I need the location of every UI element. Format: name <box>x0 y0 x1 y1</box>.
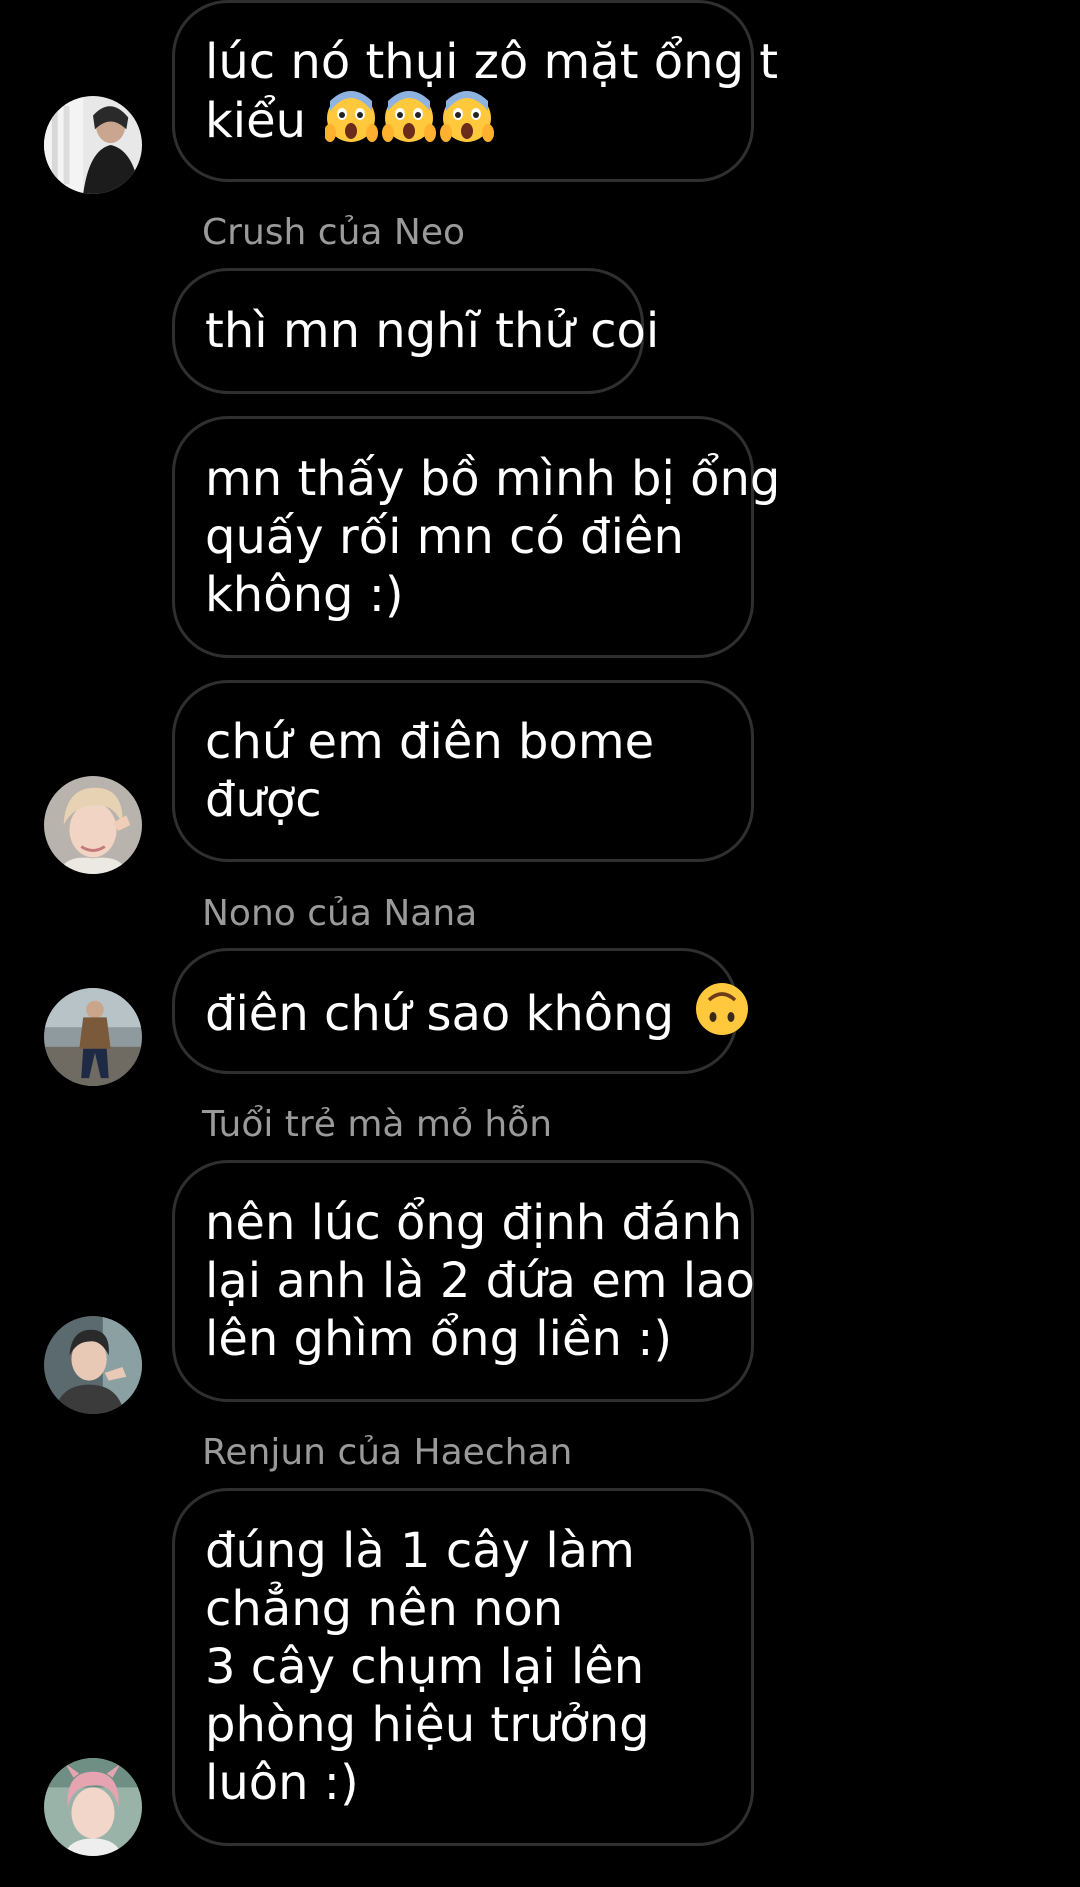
avatar[interactable] <box>44 776 142 874</box>
message-text: lúc nó thụi zô mặt ổng t <box>205 33 779 90</box>
sender-name: Crush của Neo <box>202 212 465 253</box>
message-text: chẳng nên non <box>205 1581 564 1637</box>
avatar[interactable] <box>44 988 142 1086</box>
message-text: không :) <box>205 567 404 623</box>
face-screaming-in-fear-icon <box>325 90 495 145</box>
message-text: quấy rối mn có điên <box>205 509 684 565</box>
sender-name: Tuổi trẻ mà mỏ hỗn <box>202 1104 553 1145</box>
upside-down-face-icon <box>693 980 751 1038</box>
message-text: lại anh là 2 đứa em lao <box>205 1253 755 1309</box>
sender-name: Renjun của Haechan <box>202 1432 573 1473</box>
message-bubble[interactable]: điên chứ sao không <box>172 948 749 1074</box>
message-text: đúng là 1 cây làm <box>205 1523 635 1579</box>
message-text-line: điên chứ sao không <box>205 980 749 1043</box>
message-bubble[interactable]: thì mn nghĩ thử coi <box>172 268 660 394</box>
message-text: thì mn nghĩ thử coi <box>205 303 660 359</box>
avatar[interactable] <box>44 1758 142 1856</box>
message-text: lên ghìm ổng liền :) <box>205 1311 673 1367</box>
message-text: nên lúc ổng định đánh <box>205 1195 743 1251</box>
avatar[interactable] <box>44 1316 142 1414</box>
message-bubble[interactable]: mn thấy bồ mình bị ổng quấy rối mn có đi… <box>172 416 781 658</box>
message-text: được <box>205 772 322 828</box>
message-text-line: kiểu <box>205 90 721 150</box>
message-bubble[interactable]: lúc nó thụi zô mặt ổng t kiểu <box>172 0 779 182</box>
message-text: 3 cây chụm lại lên <box>205 1639 645 1695</box>
message-text: kiểu <box>205 92 307 149</box>
message-text: phòng hiệu trưởng <box>205 1697 650 1753</box>
message-text: mn thấy bồ mình bị ổng <box>205 451 781 507</box>
message-bubble[interactable]: đúng là 1 cây làm chẳng nên non 3 cây ch… <box>172 1488 754 1846</box>
message-bubble[interactable]: chứ em điên bome được <box>172 680 754 862</box>
message-text: chứ em điên bome <box>205 714 655 770</box>
message-bubble[interactable]: nên lúc ổng định đánh lại anh là 2 đứa e… <box>172 1160 755 1402</box>
message-text: điên chứ sao không <box>205 985 675 1042</box>
sender-name: Nono của Nana <box>202 893 478 934</box>
avatar[interactable] <box>44 96 142 194</box>
message-text: luôn :) <box>205 1755 359 1811</box>
